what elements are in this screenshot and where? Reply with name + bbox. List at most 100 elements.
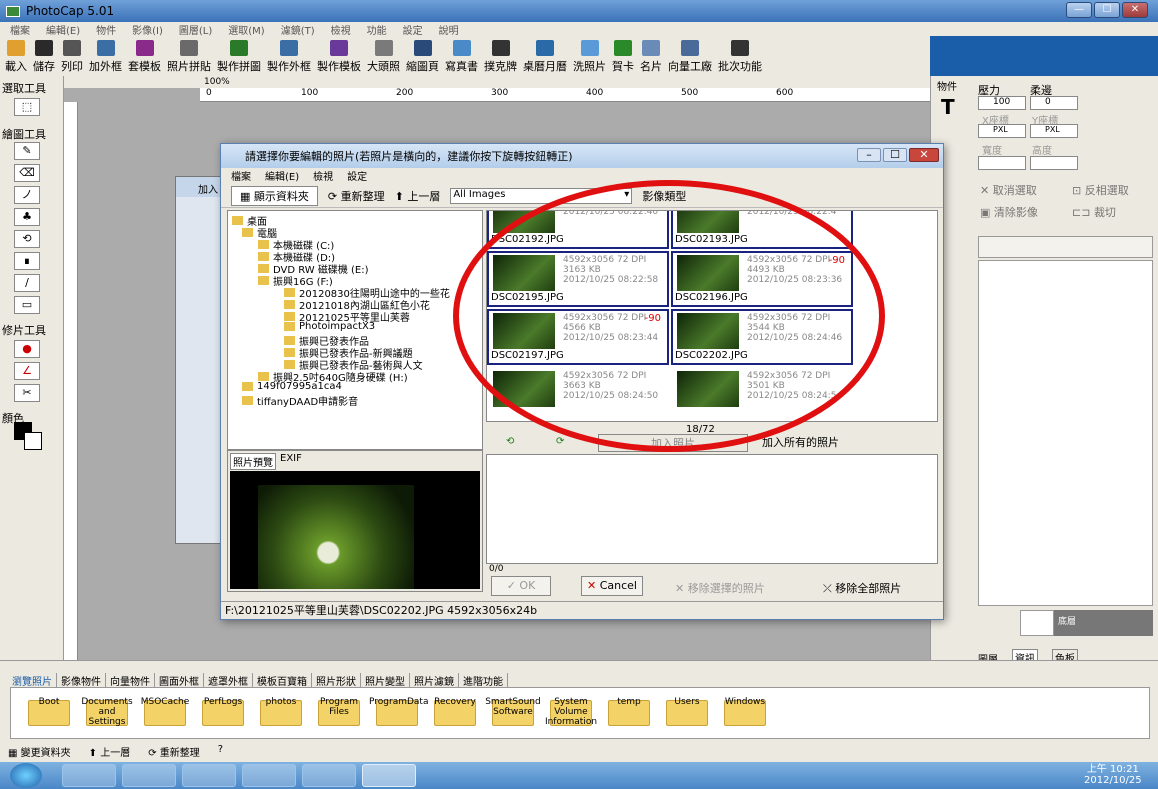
add-all-button[interactable]: 加入所有的照片: [762, 434, 839, 450]
toolbar-button[interactable]: 寫真書: [445, 36, 478, 76]
toolbar-button[interactable]: 套模板: [128, 36, 161, 76]
redeye-icon[interactable]: ●: [14, 340, 40, 358]
zoom-level[interactable]: 100%: [204, 77, 230, 87]
x-coord-input[interactable]: PXL: [978, 124, 1026, 138]
retouch-icon[interactable]: ∠: [14, 362, 40, 380]
menu-item[interactable]: 檔案: [10, 22, 30, 37]
dialog-maximize-button[interactable]: ☐: [883, 148, 907, 162]
clone-icon[interactable]: ✂: [14, 384, 40, 402]
text-tool-icon[interactable]: T: [931, 95, 968, 119]
toolbar-button[interactable]: 縮圖頁: [406, 36, 439, 76]
stamp-icon[interactable]: ♣: [14, 208, 40, 226]
toolbar-button[interactable]: 向量工廠: [668, 36, 712, 76]
cancel-button[interactable]: ✕ Cancel: [581, 576, 643, 596]
rotate-left-icon[interactable]: ⟲: [506, 436, 514, 447]
clear-image-button[interactable]: ▣ 清除影像: [980, 204, 1038, 220]
layer-thumbnail[interactable]: [1020, 610, 1054, 636]
dialog-menu-item[interactable]: 檢視: [313, 168, 333, 184]
menu-item[interactable]: 濾鏡(T): [281, 22, 315, 37]
browse-tab[interactable]: 照片濾鏡: [410, 673, 459, 688]
chrome-taskbar-icon[interactable]: [242, 764, 296, 787]
toolbar-button[interactable]: 照片拼貼: [167, 36, 211, 76]
width-input[interactable]: [978, 156, 1026, 170]
tree-node[interactable]: 149f07995a1ca4: [242, 381, 342, 392]
minimize-button[interactable]: —: [1066, 2, 1092, 18]
preview-tab[interactable]: 照片預覽: [230, 453, 276, 470]
menu-item[interactable]: 檢視: [331, 22, 351, 37]
tree-node[interactable]: tiffanyDAAD申請影音: [242, 393, 358, 408]
toolbar-button[interactable]: 桌曆月曆: [523, 36, 567, 76]
browse-up-button[interactable]: ⬆ 上一層: [89, 744, 131, 759]
clock[interactable]: 上午 10:21 2012/10/25: [1084, 764, 1142, 786]
ie-taskbar-icon[interactable]: [182, 764, 236, 787]
layer-list[interactable]: [978, 260, 1153, 606]
fill-icon[interactable]: ⟲: [14, 230, 40, 248]
toolbar-button[interactable]: 賀卡: [612, 36, 634, 76]
tree-node[interactable]: PhotoimpactX3: [284, 321, 375, 332]
crop-button[interactable]: ⊏⊐ 裁切: [1072, 204, 1116, 220]
selected-photo-list[interactable]: [486, 454, 938, 564]
shape-icon[interactable]: ▭: [14, 296, 40, 314]
pressure-input[interactable]: 100: [978, 96, 1026, 110]
toolbar-button[interactable]: 製作模板: [317, 36, 361, 76]
folder-tree[interactable]: 桌面 電腦 本機磁碟 (C:) 本機磁碟 (D:) DVD RW 磁碟機 (E:) 振興1…: [227, 210, 483, 450]
remove-selected-button[interactable]: ✕ 移除選擇的照片: [675, 580, 765, 596]
brush-icon[interactable]: ノ: [14, 186, 40, 204]
browse-tab[interactable]: 照片形狀: [312, 673, 361, 688]
menu-item[interactable]: 編輯(E): [46, 22, 80, 37]
cancel-selection-button[interactable]: ✕ 取消選取: [980, 182, 1037, 198]
word-taskbar-icon[interactable]: [302, 764, 356, 787]
ok-button[interactable]: ✓ OK: [491, 576, 551, 596]
browse-refresh-button[interactable]: ⟳ 重新整理: [148, 744, 200, 759]
dialog-minimize-button[interactable]: –: [857, 148, 881, 162]
browse-tab[interactable]: 遮罩外框: [204, 673, 253, 688]
rotate-right-icon[interactable]: ⟳: [556, 436, 564, 447]
menu-item[interactable]: 物件: [96, 22, 116, 37]
refresh-button[interactable]: ⟳ 重新整理: [328, 188, 385, 204]
explorer-taskbar-icon[interactable]: [62, 764, 116, 787]
select-rect-tool[interactable]: ⬚: [14, 98, 40, 116]
browse-tab[interactable]: 圖面外框: [155, 673, 204, 688]
dialog-close-button[interactable]: ✕: [909, 148, 939, 162]
browse-tab[interactable]: 進階功能: [459, 673, 508, 688]
toolbar-button[interactable]: 儲存: [33, 36, 55, 76]
layer-name[interactable]: 底層: [1054, 610, 1153, 636]
maximize-button[interactable]: ☐: [1094, 2, 1120, 18]
menu-item[interactable]: 圖層(L): [179, 22, 212, 37]
toolbar-button[interactable]: 列印: [61, 36, 83, 76]
browse-tab[interactable]: 模板百寶箱: [253, 673, 312, 688]
menu-item[interactable]: 影像(I): [132, 22, 163, 37]
show-folder-button[interactable]: ▦ 顯示資料夾: [231, 185, 318, 206]
background-color[interactable]: [24, 432, 42, 450]
close-button[interactable]: ✕: [1122, 2, 1148, 18]
help-icon[interactable]: ?: [218, 744, 223, 759]
toolbar-button[interactable]: 加外框: [89, 36, 122, 76]
browse-tab[interactable]: 瀏覽照片: [8, 673, 57, 688]
menu-item[interactable]: 設定: [403, 22, 423, 37]
menu-item[interactable]: 說明: [439, 22, 459, 37]
y-coord-input[interactable]: PXL: [1030, 124, 1078, 138]
soft-edge-input[interactable]: 0: [1030, 96, 1078, 110]
up-level-button[interactable]: ⬆ 上一層: [395, 188, 441, 204]
line-icon[interactable]: ∎: [14, 252, 40, 270]
browse-tab[interactable]: 影像物件: [57, 673, 106, 688]
browse-tab[interactable]: 向量物件: [106, 673, 155, 688]
change-folder-button[interactable]: ▦ 變更資料夾: [8, 744, 71, 759]
pen-icon[interactable]: ∕: [14, 274, 40, 292]
toolbar-button[interactable]: 撲克牌: [484, 36, 517, 76]
exif-tab[interactable]: EXIF: [280, 453, 302, 470]
dialog-menu-item[interactable]: 設定: [347, 168, 367, 184]
toolbar-button[interactable]: 批次功能: [718, 36, 762, 76]
office-taskbar-icon[interactable]: [122, 764, 176, 787]
height-input[interactable]: [1030, 156, 1078, 170]
toolbar-button[interactable]: 製作外框: [267, 36, 311, 76]
remove-all-button[interactable]: ⤫ 移除全部照片: [823, 580, 901, 596]
menu-item[interactable]: 選取(M): [228, 22, 264, 37]
dialog-menu-item[interactable]: 檔案: [231, 168, 251, 184]
dialog-menu-item[interactable]: 編輯(E): [265, 168, 299, 184]
toolbar-button[interactable]: 載入: [5, 36, 27, 76]
invert-selection-button[interactable]: ⊡ 反相選取: [1072, 182, 1129, 198]
toolbar-button[interactable]: 製作拼圖: [217, 36, 261, 76]
start-button[interactable]: [10, 763, 42, 788]
toolbar-button[interactable]: 大頭照: [367, 36, 400, 76]
